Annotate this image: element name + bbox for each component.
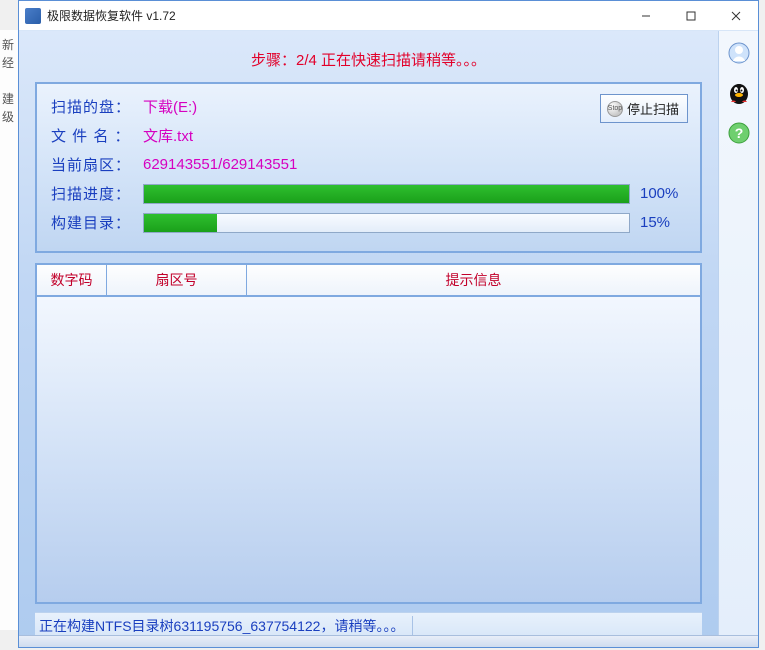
file-value: 文库.txt: [143, 125, 193, 146]
row-sector: 当前扇区： 629143551/629143551: [51, 154, 686, 175]
info-panel: Stop 停止扫描 扫描的盘： 下载(E:) 文 件 名 ： 文库.txt 当前…: [35, 82, 702, 253]
row-file: 文 件 名 ： 文库.txt: [51, 125, 686, 146]
build-progress-bar: [143, 213, 630, 233]
window-title: 极限数据恢复软件 v1.72: [47, 7, 176, 24]
disk-value: 下载(E:): [143, 96, 197, 117]
app-window: 极限数据恢复软件 v1.72 步骤：2/4 正在快速扫描请稍等。。。 Stop …: [18, 0, 759, 648]
row-disk: 扫描的盘： 下载(E:): [51, 96, 686, 117]
col-code[interactable]: 数字码: [37, 265, 107, 295]
step-label: 步骤：2/4 正在快速扫描请稍等。。。: [35, 43, 702, 82]
help-icon[interactable]: ?: [725, 119, 753, 147]
qq-icon[interactable]: [725, 79, 753, 107]
close-button[interactable]: [713, 1, 758, 30]
horizontal-scrollbar[interactable]: [19, 635, 758, 647]
file-label: 文 件 名 ：: [51, 125, 143, 146]
disk-label: 扫描的盘：: [51, 96, 143, 117]
minimize-icon: [641, 11, 651, 21]
scan-progress-bar: [143, 184, 630, 204]
scan-progress-label: 扫描进度：: [51, 183, 143, 204]
home-icon[interactable]: [725, 39, 753, 67]
stop-icon: Stop: [607, 101, 623, 117]
sidebar: ?: [718, 31, 758, 647]
svg-text:?: ?: [734, 125, 743, 141]
row-build-dir: 构建目录： 15%: [51, 212, 686, 233]
build-progress-pct: 15%: [640, 214, 686, 231]
build-progress-fill: [144, 214, 217, 232]
client-area: 步骤：2/4 正在快速扫描请稍等。。。 Stop 停止扫描 扫描的盘： 下载(E…: [19, 31, 758, 647]
scan-progress-pct: 100%: [640, 185, 686, 202]
scan-progress-fill: [144, 185, 629, 203]
titlebar[interactable]: 极限数据恢复软件 v1.72: [19, 1, 758, 31]
background-window-edge: 新 经 建 级: [0, 30, 20, 630]
sector-label: 当前扇区：: [51, 154, 143, 175]
maximize-button[interactable]: [668, 1, 713, 30]
stop-button-label: 停止扫描: [627, 99, 679, 118]
col-sector[interactable]: 扇区号: [107, 265, 247, 295]
status-text: 正在构建NTFS目录树631195756_637754122，请稍等。。。: [39, 616, 413, 636]
stop-scan-button[interactable]: Stop 停止扫描: [600, 94, 688, 123]
row-scan-progress: 扫描进度： 100%: [51, 183, 686, 204]
col-message[interactable]: 提示信息: [247, 265, 700, 295]
app-icon: [25, 8, 41, 24]
table-body[interactable]: [35, 295, 702, 604]
main-panel: 步骤：2/4 正在快速扫描请稍等。。。 Stop 停止扫描 扫描的盘： 下载(E…: [19, 31, 718, 647]
table-header: 数字码 扇区号 提示信息: [35, 263, 702, 295]
sector-value: 629143551/629143551: [143, 156, 297, 173]
maximize-icon: [686, 11, 696, 21]
close-icon: [731, 11, 741, 21]
build-dir-label: 构建目录：: [51, 212, 143, 233]
minimize-button[interactable]: [623, 1, 668, 30]
